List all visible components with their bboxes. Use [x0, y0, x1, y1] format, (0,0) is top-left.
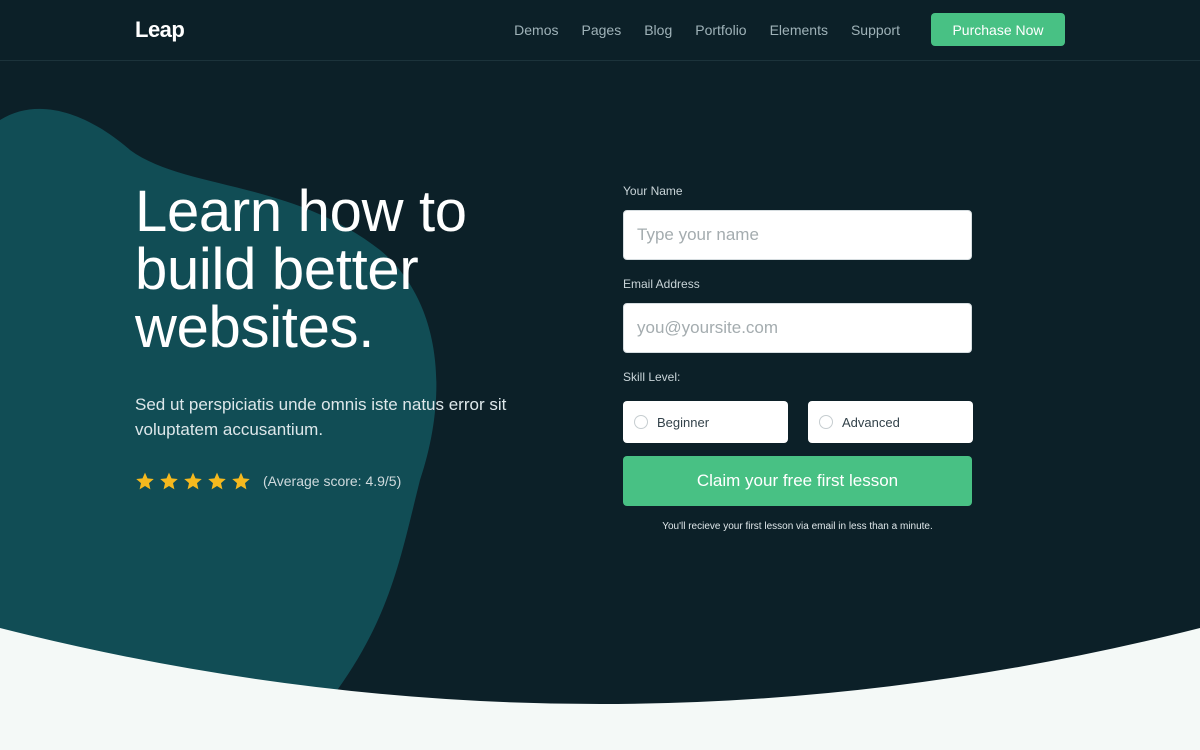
star-icon: [136, 472, 154, 490]
background-shapes: [0, 108, 1200, 750]
radio-button[interactable]: [819, 415, 833, 429]
page-headline: Learn how to build better websites.: [135, 179, 467, 360]
name-input[interactable]: [623, 210, 972, 260]
nav-elements[interactable]: Elements: [770, 22, 828, 38]
skill-level-label: Skill Level:: [623, 370, 681, 384]
star-icon: [160, 472, 178, 490]
rating: (Average score: 4.9/5): [135, 471, 401, 491]
email-label: Email Address: [623, 277, 700, 291]
star-rating: [135, 471, 251, 491]
skill-option-advanced[interactable]: Advanced: [808, 401, 973, 443]
nav-pages[interactable]: Pages: [582, 22, 622, 38]
star-icon: [184, 472, 202, 490]
nav-portfolio[interactable]: Portfolio: [695, 22, 746, 38]
email-input[interactable]: [623, 303, 972, 353]
purchase-now-button[interactable]: Purchase Now: [931, 13, 1065, 46]
skill-option-beginner[interactable]: Beginner: [623, 401, 788, 443]
hero-subtitle: Sed ut perspiciatis unde omnis iste natu…: [135, 395, 507, 439]
name-label: Your Name: [623, 184, 683, 198]
average-score: (Average score: 4.9/5): [263, 473, 402, 489]
nav-blog[interactable]: Blog: [644, 22, 672, 38]
star-icon: [208, 472, 226, 490]
option-label: Advanced: [842, 414, 900, 430]
nav-support[interactable]: Support: [851, 22, 900, 38]
nav-demos[interactable]: Demos: [514, 22, 558, 38]
main-nav: Demos Pages Blog Portfolio Elements Supp…: [514, 22, 900, 38]
option-label: Beginner: [657, 414, 710, 430]
hero-section: Leap Demos Pages Blog Portfolio Elements…: [0, 0, 1200, 750]
logo[interactable]: Leap: [135, 17, 185, 43]
star-icon: [232, 472, 250, 490]
claim-lesson-button[interactable]: Claim your free first lesson: [623, 456, 972, 506]
radio-button[interactable]: [634, 415, 648, 429]
top-navbar: Leap Demos Pages Blog Portfolio Elements…: [0, 0, 1200, 61]
form-note: You'll recieve your first lesson via ema…: [662, 521, 933, 532]
